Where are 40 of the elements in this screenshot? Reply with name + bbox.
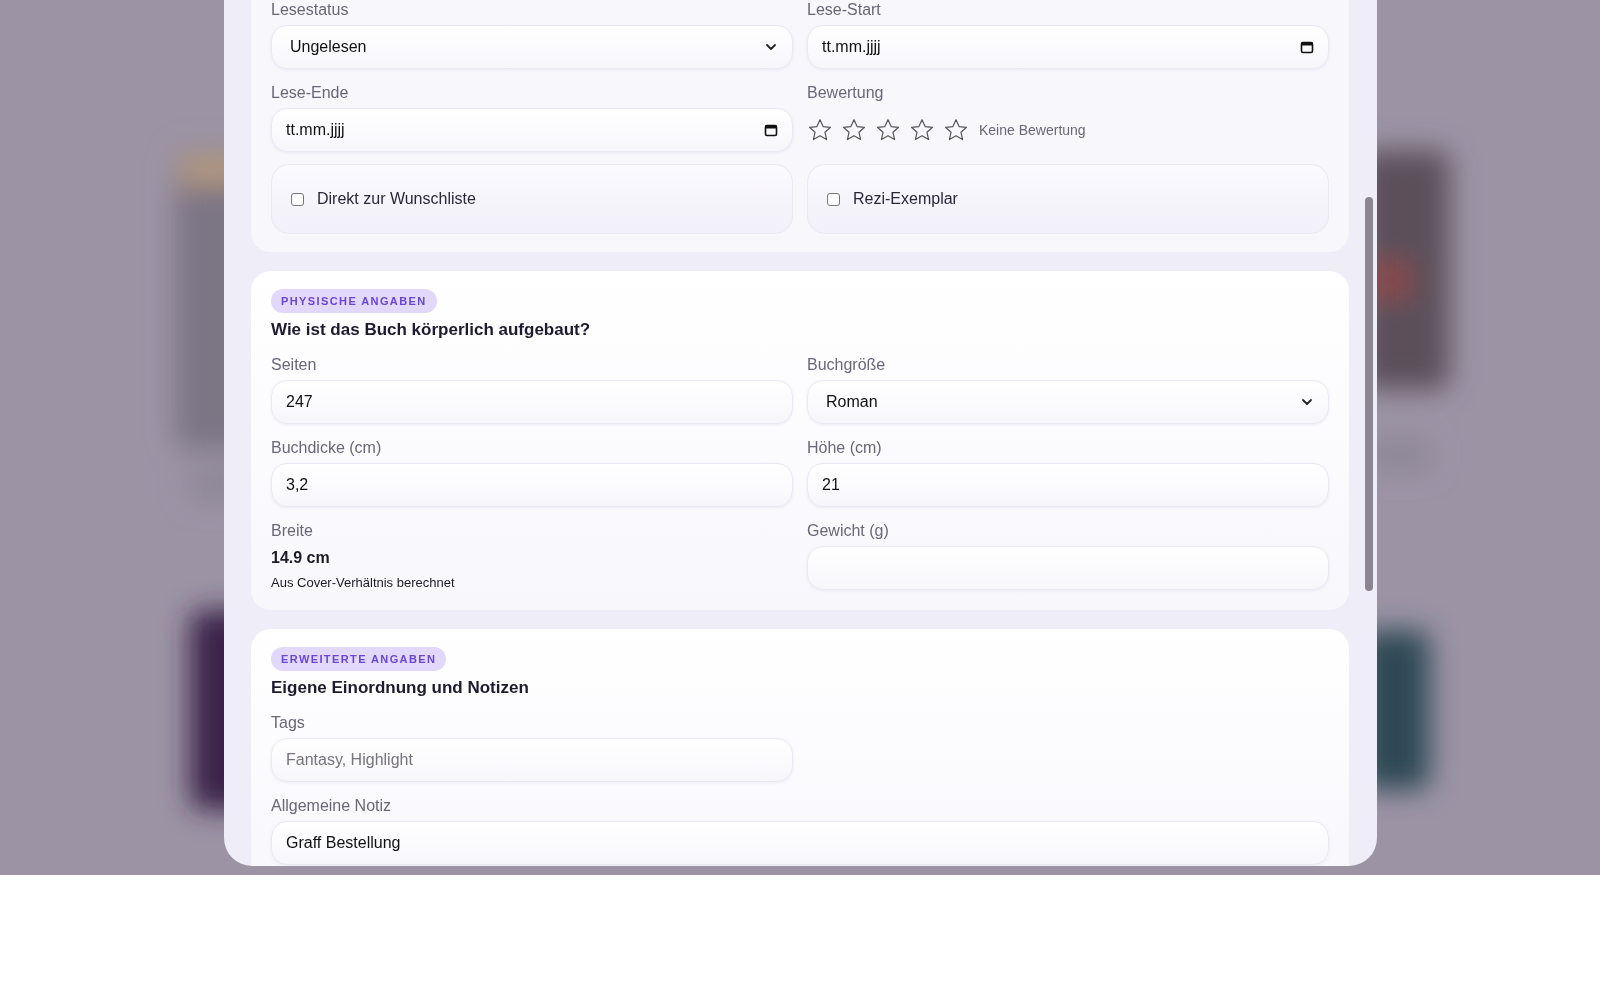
- field-label: Buchdicke (cm): [271, 438, 383, 458]
- input-field[interactable]: 21: [807, 463, 1329, 507]
- field-label: Breite: [271, 521, 314, 541]
- field-label: Lese-Start: [807, 0, 882, 20]
- section-title: Eigene Einordnung und Notizen: [271, 677, 530, 699]
- section-title: Wie ist das Buch körperlich aufgebaut?: [271, 319, 592, 341]
- field-label: Seiten: [271, 355, 318, 375]
- field-label: Gewicht (g): [807, 521, 890, 541]
- rating-caption: Keine Bewertung: [979, 120, 1086, 140]
- star-icon[interactable]: [875, 117, 901, 143]
- field-label: Höhe (cm): [807, 438, 883, 458]
- star-icon[interactable]: [943, 117, 969, 143]
- star-icon[interactable]: [807, 117, 833, 143]
- scrollbar-thumb[interactable]: [1365, 197, 1373, 591]
- dropdown[interactable]: Ungelesen: [271, 25, 793, 69]
- field-label: Allgemeine Notiz: [271, 796, 393, 816]
- input-field[interactable]: 247: [271, 380, 793, 424]
- help-text: Aus Cover-Verhältnis berechnet: [271, 574, 456, 592]
- input-field[interactable]: Fantasy, Highlight: [271, 738, 793, 782]
- checkbox-label: Rezi-Exemplar: [853, 189, 958, 209]
- computed-value: 14.9 cm: [271, 548, 331, 568]
- field-label: Lese-Ende: [271, 83, 350, 103]
- section-badge: ERWEITERTE ANGABEN: [271, 647, 447, 671]
- calendar-icon: [1300, 40, 1314, 54]
- calendar-icon: [764, 123, 778, 137]
- checkbox-label: Direkt zur Wunschliste: [317, 189, 476, 209]
- input-field[interactable]: 3,2: [271, 463, 793, 507]
- field-label: Tags: [271, 713, 306, 733]
- field-label: Lesestatus: [271, 0, 350, 20]
- input-field[interactable]: Graff Bestellung: [271, 821, 1329, 865]
- checkbox[interactable]: [827, 192, 840, 206]
- date-field[interactable]: tt.mm.jjjj: [807, 25, 1329, 69]
- field-label: Buchgröße: [807, 355, 887, 375]
- field-label: Bewertung: [807, 83, 885, 103]
- section-badge: PHYSISCHE ANGABEN: [271, 289, 437, 313]
- date-field[interactable]: tt.mm.jjjj: [271, 108, 793, 152]
- star-icon[interactable]: [909, 117, 935, 143]
- checkbox[interactable]: [291, 192, 304, 206]
- star-icon[interactable]: [841, 117, 867, 143]
- dropdown[interactable]: Roman: [807, 380, 1329, 424]
